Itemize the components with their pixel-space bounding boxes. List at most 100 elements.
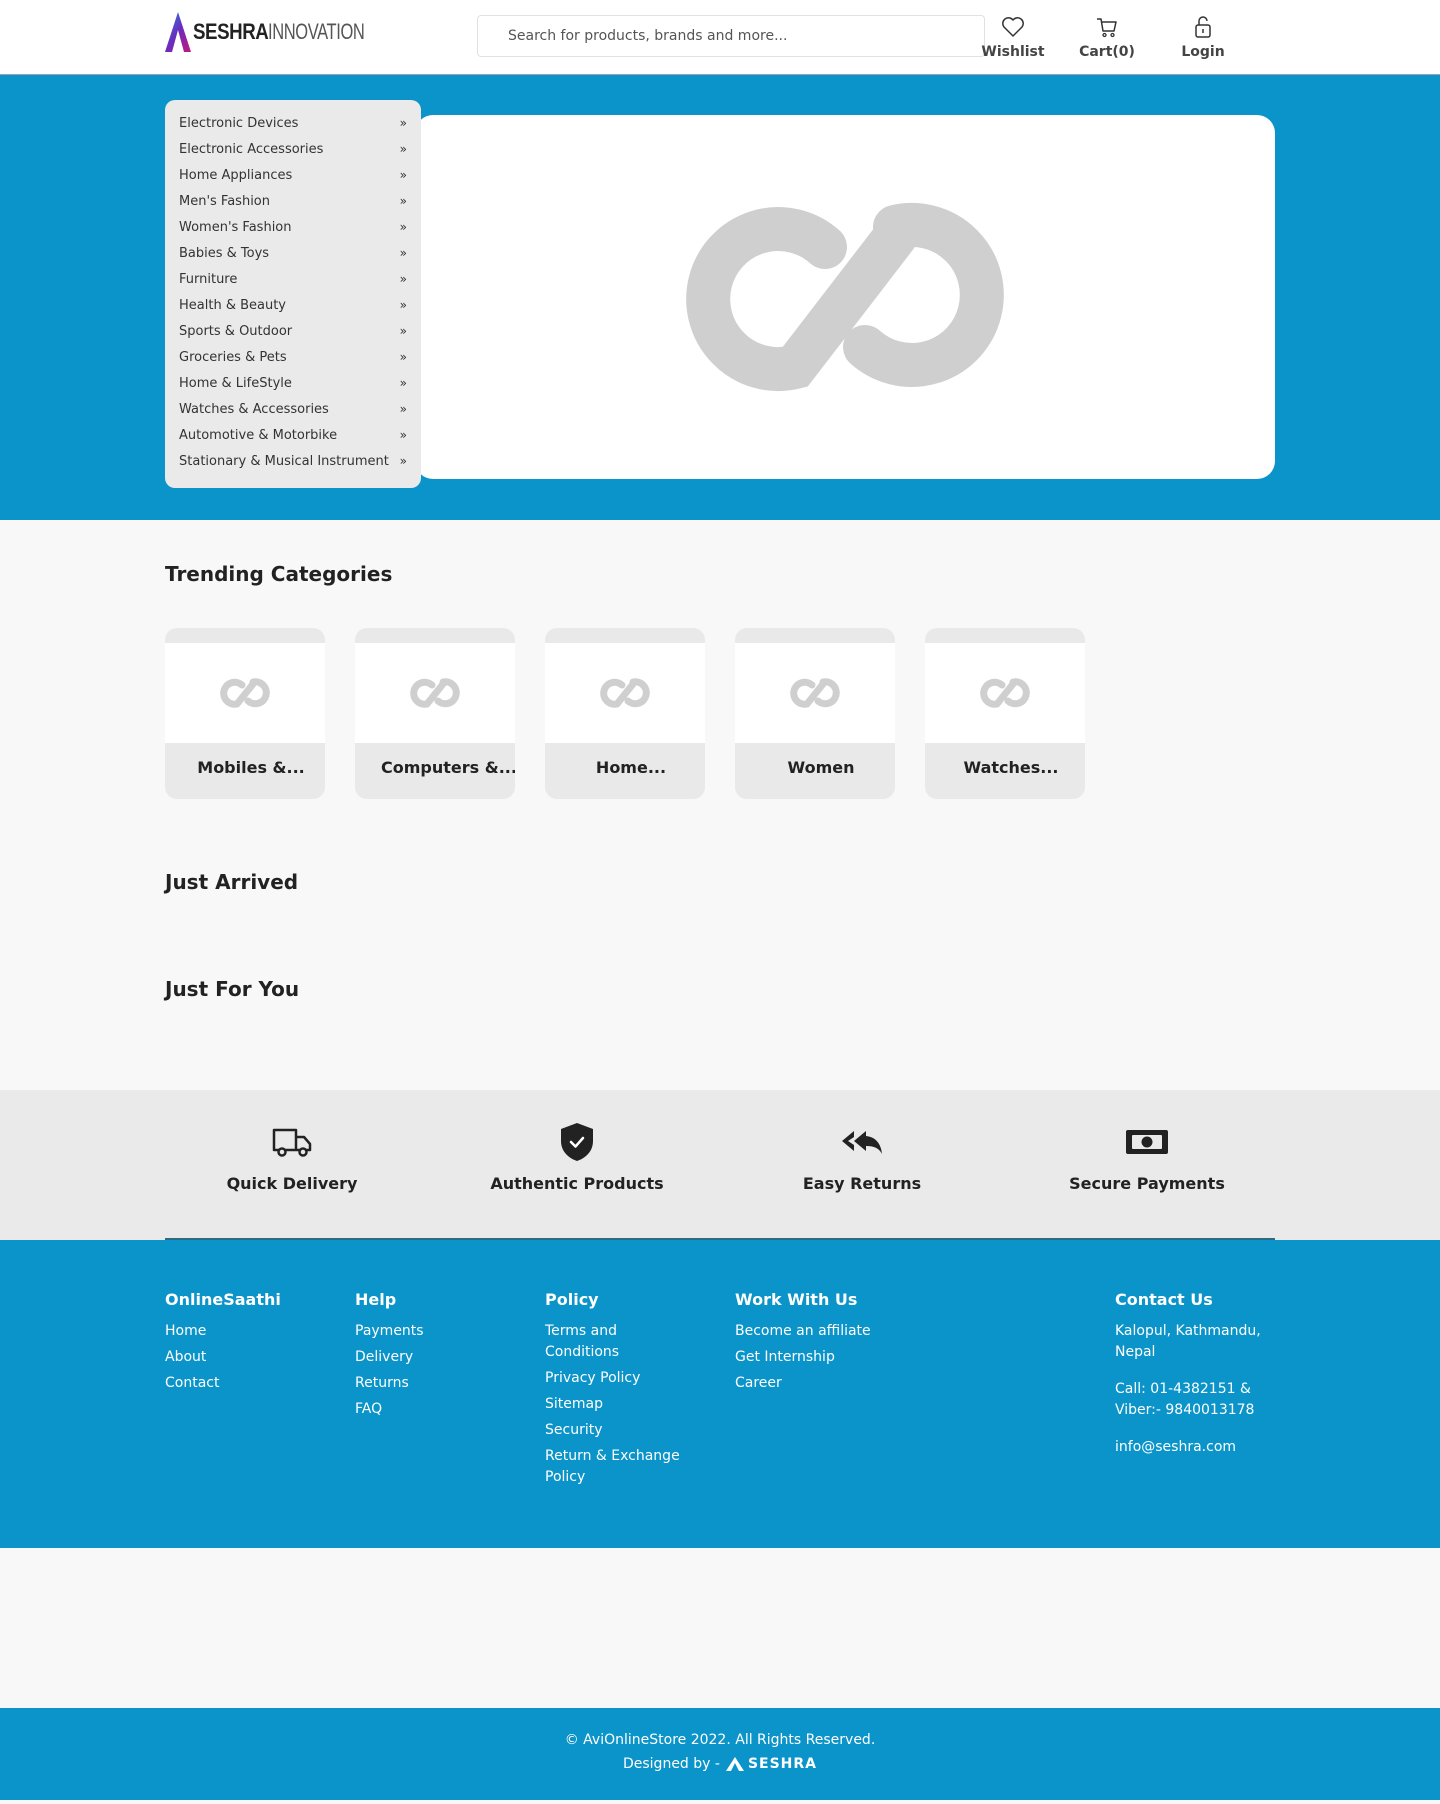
category-item[interactable]: Babies & Toys » (179, 240, 407, 266)
category-card-label: Watches... (963, 758, 1059, 777)
chevron-right-icon: » (399, 324, 407, 338)
category-item[interactable]: Women's Fashion » (179, 214, 407, 240)
search-input[interactable] (508, 28, 984, 44)
footer-link[interactable]: Return & Exchange Policy (545, 1446, 695, 1488)
footer-link[interactable]: Home (165, 1321, 281, 1342)
category-item[interactable]: Home & LifeStyle » (179, 370, 407, 396)
category-item[interactable]: Automotive & Motorbike » (179, 422, 407, 448)
category-label: Home Appliances (179, 167, 293, 183)
category-label: Watches & Accessories (179, 401, 329, 417)
designed-by-text: Designed by - (622, 1756, 720, 1772)
category-card[interactable]: Computers &... (355, 628, 515, 799)
category-item[interactable]: Men's Fashion » (179, 188, 407, 214)
footer-link[interactable]: Get Internship (735, 1347, 871, 1368)
category-label: Health & Beauty (179, 297, 287, 313)
footer-link[interactable]: Privacy Policy (545, 1368, 695, 1389)
image-placeholder-icon (686, 203, 1004, 391)
features-strip: Quick Delivery Authentic Products Easy R… (0, 1090, 1440, 1240)
feature-label: Authentic Products (490, 1174, 664, 1193)
heart-icon (1002, 17, 1024, 37)
footer-col-help: Help Payments Delivery Returns FAQ (355, 1290, 424, 1425)
brand-logo[interactable]: SESHRA INNOVATION (165, 11, 396, 52)
login-label: Login (1181, 44, 1225, 60)
chevron-right-icon: » (399, 298, 407, 312)
footer-heading: Contact Us (1115, 1290, 1213, 1309)
chevron-right-icon: » (399, 376, 407, 390)
category-item[interactable]: Sports & Outdoor » (179, 318, 407, 344)
category-label: Electronic Devices (179, 115, 299, 131)
category-card-label: Mobiles &... (197, 758, 305, 777)
lock-icon (1195, 16, 1211, 38)
footer-link[interactable]: Security (545, 1420, 695, 1441)
category-card-label: Computers &... (381, 758, 515, 777)
login-button[interactable]: Login (1163, 14, 1243, 60)
footer-link[interactable]: Delivery (355, 1347, 424, 1368)
category-label: Groceries & Pets (179, 349, 287, 365)
category-card[interactable]: Watches... (925, 628, 1085, 799)
category-label: Women's Fashion (179, 219, 292, 235)
seshra-logo-icon (725, 1757, 744, 1771)
designer-brand-link[interactable]: SESHRA (725, 1756, 817, 1772)
category-card[interactable]: Home... (545, 628, 705, 799)
category-item[interactable]: Furniture » (179, 266, 407, 292)
cart-button[interactable]: Cart(0) (1067, 14, 1147, 60)
search-box (477, 15, 985, 57)
category-item[interactable]: Home Appliances » (179, 162, 407, 188)
category-item[interactable]: Groceries & Pets » (179, 344, 407, 370)
category-item[interactable]: Health & Beauty » (179, 292, 407, 318)
category-label: Furniture (179, 271, 238, 287)
category-label: Home & LifeStyle (179, 375, 292, 391)
category-item[interactable]: Electronic Devices » (179, 110, 407, 136)
category-card[interactable]: Mobiles &... (165, 628, 325, 799)
footer-col-policy: Policy Terms and Conditions Privacy Poli… (545, 1290, 695, 1493)
footer-link[interactable]: FAQ (355, 1399, 424, 1420)
wishlist-button[interactable]: Wishlist (973, 14, 1053, 60)
chevron-right-icon: » (399, 402, 407, 416)
footer-link[interactable]: Career (735, 1373, 871, 1394)
footer-link[interactable]: About (165, 1347, 281, 1368)
image-placeholder-icon (410, 678, 460, 708)
category-item[interactable]: Electronic Accessories » (179, 136, 407, 162)
chevron-right-icon: » (399, 220, 407, 234)
truck-icon (272, 1128, 312, 1157)
chevron-right-icon: » (399, 428, 407, 442)
cart-label: Cart(0) (1079, 44, 1135, 60)
image-placeholder-icon (600, 678, 650, 708)
chevron-right-icon: » (399, 168, 407, 182)
footer-link[interactable]: Become an affiliate (735, 1321, 871, 1342)
hero-banner[interactable] (415, 115, 1275, 479)
chevron-right-icon: » (399, 142, 407, 156)
category-label: Automotive & Motorbike (179, 427, 338, 443)
money-bill-icon (1126, 1130, 1168, 1154)
category-menu: Electronic Devices » Electronic Accessori… (165, 100, 421, 488)
chevron-right-icon: » (399, 454, 407, 468)
site-header: SESHRA INNOVATION Wishlist Cart(0) Login (0, 0, 1440, 75)
logo-text-light: INNOVATION (267, 18, 365, 44)
chevron-right-icon: » (399, 246, 407, 260)
footer-heading: Help (355, 1290, 397, 1309)
footer-link[interactable]: Sitemap (545, 1394, 695, 1415)
wishlist-label: Wishlist (981, 44, 1045, 60)
shield-check-icon (561, 1123, 593, 1161)
category-item[interactable]: Stationary & Musical Instrument » (179, 448, 407, 474)
category-item[interactable]: Watches & Accessories » (179, 396, 407, 422)
footer-link[interactable]: Terms and Conditions (545, 1321, 695, 1363)
contact-address: Kalopul, Kathmandu, Nepal (1115, 1323, 1261, 1360)
chevron-right-icon: » (399, 194, 407, 208)
category-card[interactable]: Women (735, 628, 895, 799)
footer-heading: Work With Us (735, 1290, 858, 1309)
image-placeholder-icon (980, 678, 1030, 708)
footer-col-onlinesaathi: OnlineSaathi Home About Contact (165, 1290, 281, 1399)
blank-area (0, 1548, 1440, 1708)
footer-link[interactable]: Returns (355, 1373, 424, 1394)
card-image (925, 643, 1085, 743)
contact-email[interactable]: info@seshra.com (1115, 1437, 1275, 1458)
footer-link[interactable]: Payments (355, 1321, 424, 1342)
image-placeholder-icon (790, 678, 840, 708)
feature-quick-delivery: Quick Delivery (192, 1122, 392, 1193)
feature-label: Secure Payments (1069, 1174, 1225, 1193)
logo-mark-icon (165, 11, 191, 52)
footer-link[interactable]: Contact (165, 1373, 281, 1394)
hero-section: Electronic Devices » Electronic Accessori… (0, 75, 1440, 520)
cart-icon (1097, 18, 1117, 38)
